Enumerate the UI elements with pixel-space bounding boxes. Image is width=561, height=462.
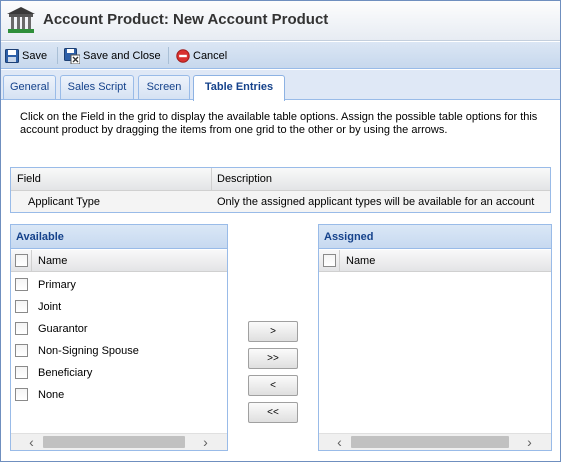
- list-item[interactable]: Primary: [11, 274, 227, 296]
- bank-building-icon: [7, 7, 35, 33]
- save-label: Save: [22, 49, 48, 62]
- row-checkbox[interactable]: [15, 344, 28, 357]
- available-grid-header: Name: [11, 250, 227, 272]
- cancel-icon: [176, 48, 190, 63]
- scrollbar-thumb[interactable]: [351, 436, 509, 448]
- list-item[interactable]: Non-Signing Spouse: [11, 340, 227, 362]
- tab-sales-script[interactable]: Sales Script: [60, 75, 134, 99]
- available-panel: Available Name Primary Joint Guarantor N…: [10, 224, 228, 451]
- item-name: None: [38, 389, 65, 401]
- instructions-text: Click on the Field in the grid to displa…: [20, 111, 538, 136]
- item-name: Primary: [38, 279, 76, 291]
- column-header-description[interactable]: Description: [217, 173, 272, 185]
- save-close-icon: [64, 47, 80, 64]
- item-name: Non-Signing Spouse: [38, 345, 139, 357]
- account-product-window: Account Product: New Account Product Sav…: [0, 0, 561, 462]
- tab-general[interactable]: General: [3, 75, 56, 99]
- scrollbar-thumb[interactable]: [43, 436, 185, 448]
- scroll-right-icon[interactable]: ›: [521, 435, 538, 450]
- add-all-button[interactable]: >>: [248, 348, 298, 369]
- horizontal-scrollbar[interactable]: ‹ ›: [319, 433, 551, 450]
- row-checkbox[interactable]: [15, 322, 28, 335]
- floppy-disk-icon: [5, 48, 19, 63]
- row-checkbox[interactable]: [15, 278, 28, 291]
- assigned-grid-header: Name: [319, 250, 551, 272]
- save-button[interactable]: Save: [5, 46, 47, 65]
- item-name: Joint: [38, 301, 62, 313]
- save-and-close-button[interactable]: Save and Close: [64, 46, 161, 65]
- add-button[interactable]: >: [248, 321, 298, 342]
- column-header-field[interactable]: Field: [17, 173, 41, 185]
- item-name: Guarantor: [38, 323, 88, 335]
- list-item[interactable]: Beneficiary: [11, 362, 227, 384]
- tab-strip: General Sales Script Screen Table Entrie…: [1, 70, 560, 101]
- horizontal-scrollbar[interactable]: ‹ ›: [11, 433, 227, 450]
- field-cell: Applicant Type: [28, 196, 100, 208]
- column-divider: [31, 250, 32, 272]
- field-grid-header: Field Description: [11, 168, 550, 191]
- column-divider: [339, 250, 340, 272]
- toolbar: Save Save and Close Cancel: [1, 42, 560, 69]
- save-and-close-label: Save and Close: [83, 49, 161, 62]
- scroll-left-icon[interactable]: ‹: [331, 435, 348, 450]
- window-title: Account Product: New Account Product: [43, 11, 329, 28]
- tab-table-entries[interactable]: Table Entries: [193, 75, 285, 101]
- row-checkbox[interactable]: [15, 388, 28, 401]
- tab-screen[interactable]: Screen: [138, 75, 190, 99]
- column-header-name[interactable]: Name: [346, 255, 375, 267]
- available-panel-title: Available: [11, 225, 227, 249]
- column-header-name[interactable]: Name: [38, 255, 67, 267]
- select-all-checkbox[interactable]: [323, 254, 336, 267]
- field-grid: Field Description Applicant Type Only th…: [10, 167, 551, 213]
- assigned-panel: Assigned Name ‹ ›: [318, 224, 552, 451]
- assigned-panel-title: Assigned: [319, 225, 551, 249]
- select-all-checkbox[interactable]: [15, 254, 28, 267]
- toolbar-separator: [57, 47, 58, 64]
- item-name: Beneficiary: [38, 367, 93, 379]
- list-item[interactable]: Guarantor: [11, 318, 227, 340]
- scroll-right-icon[interactable]: ›: [197, 435, 214, 450]
- remove-all-button[interactable]: <<: [248, 402, 298, 423]
- title-bar: Account Product: New Account Product: [1, 1, 560, 41]
- list-item[interactable]: Joint: [11, 296, 227, 318]
- list-item[interactable]: None: [11, 384, 227, 406]
- cancel-button[interactable]: Cancel: [176, 46, 227, 65]
- row-checkbox[interactable]: [15, 300, 28, 313]
- table-row[interactable]: Applicant Type Only the assigned applica…: [11, 191, 550, 212]
- row-checkbox[interactable]: [15, 366, 28, 379]
- toolbar-separator: [168, 47, 169, 64]
- column-divider: [211, 168, 212, 191]
- cancel-label: Cancel: [193, 49, 228, 62]
- remove-button[interactable]: <: [248, 375, 298, 396]
- description-cell: Only the assigned applicant types will b…: [217, 196, 535, 208]
- scroll-left-icon[interactable]: ‹: [23, 435, 40, 450]
